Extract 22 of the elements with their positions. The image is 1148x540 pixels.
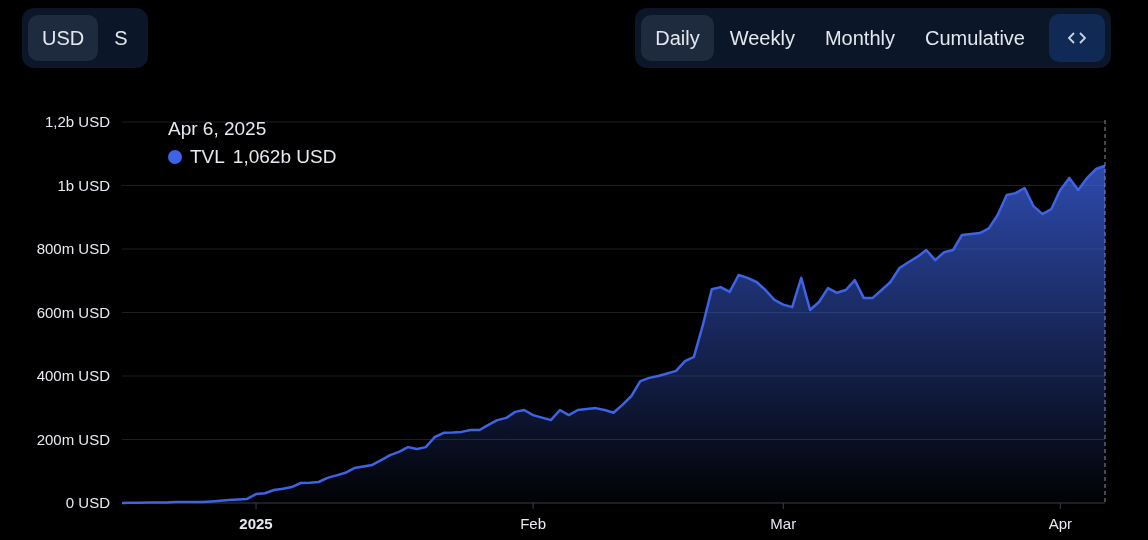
y-axis-label: 200m USD bbox=[36, 430, 110, 448]
y-axis-label: 600m USD bbox=[36, 303, 110, 321]
period-tab[interactable]: Weekly bbox=[715, 15, 809, 61]
period-tab[interactable]: Daily bbox=[641, 15, 714, 61]
y-axis-label: 1b USD bbox=[57, 176, 110, 194]
series-value: 1,062b USD bbox=[232, 146, 337, 168]
embed-button[interactable] bbox=[1049, 14, 1105, 62]
period-tab[interactable]: Cumulative bbox=[910, 15, 1039, 61]
series-name: TVL bbox=[190, 146, 225, 168]
period-tab[interactable]: Monthly bbox=[810, 15, 909, 61]
y-axis-label: 0 USD bbox=[65, 494, 110, 511]
code-icon bbox=[1067, 31, 1087, 45]
y-axis-label: 400m USD bbox=[36, 367, 110, 384]
tooltip-date: Apr 6, 2025 bbox=[168, 118, 268, 140]
currency-tab[interactable]: USD bbox=[28, 15, 99, 61]
currency-tab[interactable]: S bbox=[100, 15, 142, 61]
y-axis-label: 800m USD bbox=[36, 240, 110, 257]
y-axis-label: 1,2b USD bbox=[44, 113, 110, 130]
x-axis-label: Apr bbox=[1048, 515, 1072, 532]
x-axis-label: 2025 bbox=[239, 515, 273, 532]
x-axis-label: Mar bbox=[770, 515, 797, 532]
x-axis-label: Feb bbox=[520, 515, 546, 532]
